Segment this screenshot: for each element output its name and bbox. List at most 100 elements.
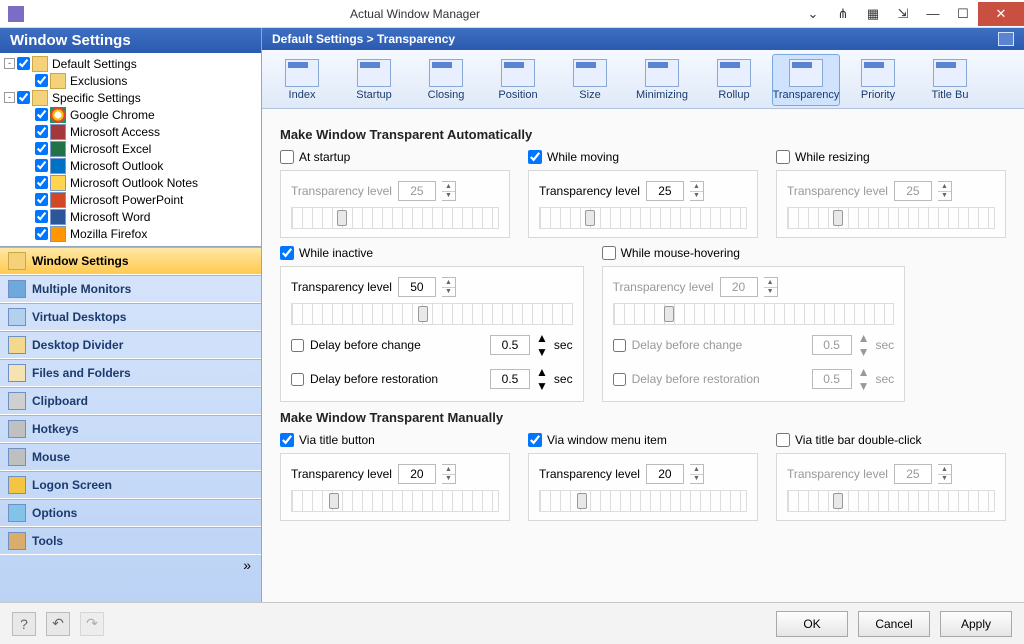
maximize-button[interactable]: ☐ (948, 2, 978, 26)
tree-item[interactable]: Exclusions (0, 72, 261, 89)
tab-closing[interactable]: Closing (412, 54, 480, 106)
level-spinner[interactable]: ▲▼ (938, 181, 952, 201)
nav-more-icon[interactable]: » (0, 555, 261, 575)
tree-item[interactable]: Microsoft PowerPoint (0, 191, 261, 208)
tab-minimizing[interactable]: Minimizing (628, 54, 696, 106)
tree-item[interactable]: Microsoft Outlook (0, 157, 261, 174)
tab-rollup[interactable]: Rollup (700, 54, 768, 106)
resizing-checkbox[interactable]: While resizing (776, 150, 1006, 164)
settings-tree[interactable]: -Default SettingsExclusions-Specific Set… (0, 53, 261, 247)
minimize-button[interactable]: — (918, 2, 948, 26)
tab-size[interactable]: Size (556, 54, 624, 106)
tab-position[interactable]: Position (484, 54, 552, 106)
tree-checkbox[interactable] (35, 108, 48, 121)
level-spinner[interactable]: ▲▼ (764, 277, 778, 297)
level-value[interactable]: 20 (720, 277, 758, 297)
tree-item-label: Microsoft Access (68, 125, 160, 139)
tree-checkbox[interactable] (35, 210, 48, 223)
nav-logon-screen[interactable]: Logon Screen (0, 471, 261, 499)
nav-window-settings[interactable]: Window Settings (0, 247, 261, 275)
dblclick-checkbox[interactable]: Via title bar double-click (776, 433, 1006, 447)
tab-transparency[interactable]: Transparency (772, 54, 840, 106)
inactive-delay_restore-value[interactable]: 0.5 (490, 369, 530, 389)
nav-multiple-monitors[interactable]: Multiple Monitors (0, 275, 261, 303)
expand-icon[interactable]: - (4, 58, 15, 69)
tree-item[interactable]: Microsoft Word (0, 208, 261, 225)
nav-clipboard[interactable]: Clipboard (0, 387, 261, 415)
level-spinner[interactable]: ▲▼ (690, 181, 704, 201)
level-value[interactable]: 50 (398, 277, 436, 297)
ok-button[interactable]: OK (776, 611, 848, 637)
titlebtn-checkbox[interactable]: Via title button (280, 433, 510, 447)
tree-checkbox[interactable] (35, 142, 48, 155)
hover-delay_change-spinner[interactable]: ▲▼ (858, 331, 870, 359)
hover-delay_restore-spinner[interactable]: ▲▼ (858, 365, 870, 393)
sys-extra1-icon[interactable]: ⌄ (798, 2, 828, 26)
level-spinner[interactable]: ▲▼ (690, 464, 704, 484)
tree-checkbox[interactable] (35, 193, 48, 206)
nav-mouse[interactable]: Mouse (0, 443, 261, 471)
nav-desktop-divider[interactable]: Desktop Divider (0, 331, 261, 359)
tree-item[interactable]: -Specific Settings (0, 89, 261, 106)
tree-item[interactable]: Google Chrome (0, 106, 261, 123)
tree-checkbox[interactable] (35, 227, 48, 240)
nav-hotkeys[interactable]: Hotkeys (0, 415, 261, 443)
hover-checkbox[interactable]: While mouse-hovering (602, 246, 906, 260)
hover-delay_restore-value[interactable]: 0.5 (812, 369, 852, 389)
apply-button[interactable]: Apply (940, 611, 1012, 637)
hover-delay_change-value[interactable]: 0.5 (812, 335, 852, 355)
level-value[interactable]: 25 (894, 464, 932, 484)
tree-checkbox[interactable] (35, 159, 48, 172)
level-value[interactable]: 25 (646, 181, 684, 201)
close-button[interactable]: ✕ (978, 2, 1024, 26)
tree-checkbox[interactable] (17, 57, 30, 70)
inactive-delay_change-value[interactable]: 0.5 (490, 335, 530, 355)
level-spinner[interactable]: ▲▼ (442, 277, 456, 297)
tree-checkbox[interactable] (35, 125, 48, 138)
sys-extra3-icon[interactable]: ▦ (858, 2, 888, 26)
level-spinner[interactable]: ▲▼ (442, 464, 456, 484)
inactive-delay_change-spinner[interactable]: ▲▼ (536, 331, 548, 359)
tree-checkbox[interactable] (35, 74, 48, 87)
level-slider[interactable] (291, 490, 499, 512)
nav-options[interactable]: Options (0, 499, 261, 527)
tree-item[interactable]: Microsoft Excel (0, 140, 261, 157)
level-spinner[interactable]: ▲▼ (938, 464, 952, 484)
level-slider[interactable] (291, 303, 573, 325)
level-value[interactable]: 20 (398, 464, 436, 484)
level-slider[interactable] (539, 490, 747, 512)
tab-index[interactable]: Index (268, 54, 336, 106)
sys-extra2-icon[interactable]: ⋔ (828, 2, 858, 26)
inactive-delay_restore-spinner[interactable]: ▲▼ (536, 365, 548, 393)
cancel-button[interactable]: Cancel (858, 611, 930, 637)
tree-item[interactable]: -Default Settings (0, 55, 261, 72)
tree-checkbox[interactable] (17, 91, 30, 104)
level-spinner[interactable]: ▲▼ (442, 181, 456, 201)
breadcrumb-windows-icon[interactable] (998, 32, 1014, 46)
nav-files-and-folders[interactable]: Files and Folders (0, 359, 261, 387)
expand-icon[interactable]: - (4, 92, 15, 103)
inactive-checkbox[interactable]: While inactive (280, 246, 584, 260)
menuitem-checkbox[interactable]: Via window menu item (528, 433, 758, 447)
tree-item[interactable]: Mozilla Firefox (0, 225, 261, 242)
level-value[interactable]: 25 (398, 181, 436, 201)
startup-checkbox[interactable]: At startup (280, 150, 510, 164)
inactive-delay_change-checkbox[interactable] (291, 339, 304, 352)
inactive-delay_restore-checkbox[interactable] (291, 373, 304, 386)
tree-item[interactable]: Microsoft Outlook Notes (0, 174, 261, 191)
undo-icon[interactable]: ↶ (46, 612, 70, 636)
level-value[interactable]: 25 (894, 181, 932, 201)
tab-title-bu[interactable]: Title Bu (916, 54, 984, 106)
tree-item[interactable]: Microsoft Access (0, 123, 261, 140)
level-slider[interactable] (539, 207, 747, 229)
tab-startup[interactable]: Startup (340, 54, 408, 106)
sys-extra4-icon[interactable]: ⇲ (888, 2, 918, 26)
redo-icon[interactable]: ↷ (80, 612, 104, 636)
help-icon[interactable]: ? (12, 612, 36, 636)
nav-tools[interactable]: Tools (0, 527, 261, 555)
nav-virtual-desktops[interactable]: Virtual Desktops (0, 303, 261, 331)
moving-checkbox[interactable]: While moving (528, 150, 758, 164)
level-value[interactable]: 20 (646, 464, 684, 484)
tree-checkbox[interactable] (35, 176, 48, 189)
tab-priority[interactable]: Priority (844, 54, 912, 106)
